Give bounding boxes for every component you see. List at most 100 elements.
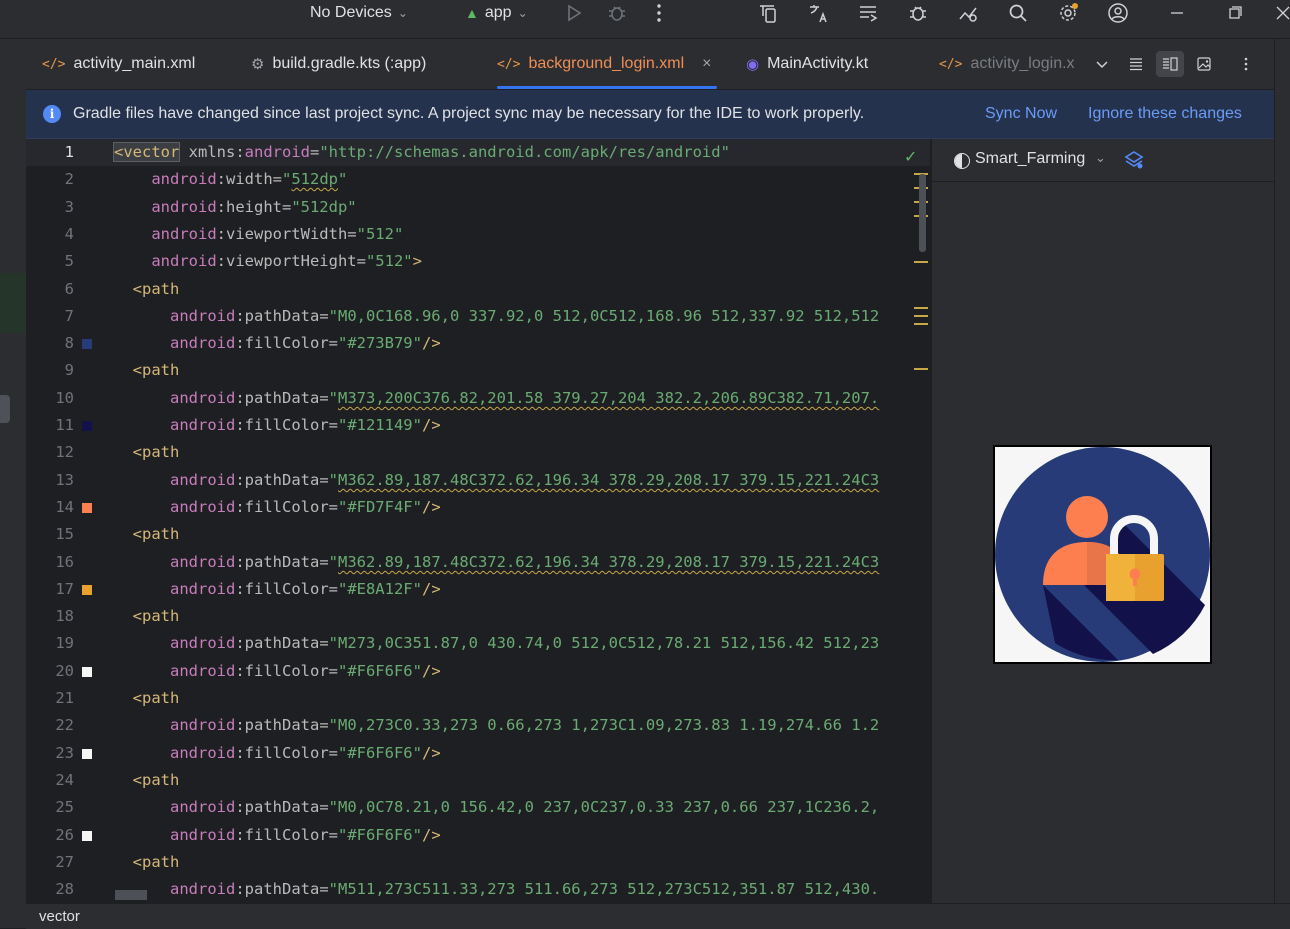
code-view-icon[interactable] [1122, 51, 1150, 77]
ignore-changes-link[interactable]: Ignore these changes [1088, 105, 1242, 123]
code-line[interactable]: 3 android:height="512dp" [26, 194, 930, 221]
tabs-dropdown-icon[interactable] [1088, 51, 1116, 77]
code-line[interactable]: 2 android:width="512dp" [26, 166, 930, 193]
code-token: android [170, 416, 236, 434]
color-swatch-icon[interactable] [82, 503, 92, 513]
code-line[interactable]: 6 <path [26, 276, 930, 303]
code-line[interactable]: 11 android:fillColor="#121149"/> [26, 412, 930, 439]
tab-activity-login[interactable]: </> activity_login.x [939, 39, 1075, 89]
line-number: 28 [55, 880, 74, 898]
line-number: 4 [64, 225, 74, 243]
horizontal-scrollbar[interactable] [115, 890, 147, 900]
more-vertical-icon[interactable] [646, 0, 672, 26]
run-config-label: app [484, 4, 512, 21]
code-line[interactable]: 24 <path [26, 767, 930, 794]
code-line[interactable]: 13 android:pathData="M362.89,187.48C372.… [26, 467, 930, 494]
code-token: android [170, 744, 236, 762]
device-selector[interactable]: No Devices ⌄ [310, 0, 408, 26]
line-number: 1 [64, 143, 74, 161]
close-window-icon[interactable] [1270, 0, 1290, 26]
code-token: android [170, 716, 236, 734]
code-line[interactable]: 23 android:fillColor="#F6F6F6"/> [26, 740, 930, 767]
device-manager-icon[interactable] [755, 0, 781, 26]
debug-icon[interactable] [604, 0, 630, 26]
translate-icon[interactable] [805, 0, 831, 26]
line-number: 3 [64, 198, 74, 216]
code-line[interactable]: 19 android:pathData="M273,0C351.87,0 430… [26, 630, 930, 657]
code-line[interactable]: 8 android:fillColor="#273B79"/> [26, 330, 930, 357]
layers-icon[interactable] [1123, 149, 1145, 171]
color-swatch-icon[interactable] [82, 585, 92, 595]
tab-background-login[interactable]: </> background_login.xml × [497, 39, 718, 89]
code-line[interactable]: 4 android:viewportWidth="512" [26, 221, 930, 248]
account-icon[interactable] [1105, 0, 1131, 26]
code-line[interactable]: 10 android:pathData="M373,200C376.82,201… [26, 385, 930, 412]
code-line[interactable]: 14 android:fillColor="#FD7F4F"/> [26, 494, 930, 521]
tab-build-gradle[interactable]: ⚙ build.gradle.kts (:app) [251, 39, 426, 89]
code-line[interactable]: 21 <path [26, 685, 930, 712]
code-editor[interactable]: 1 <vector xmlns:android="http://schemas.a… [26, 139, 930, 903]
chevron-down-icon[interactable]: ⌄ [1095, 150, 1106, 166]
code-line[interactable]: 9 <path [26, 357, 930, 384]
sync-now-link[interactable]: Sync Now [985, 105, 1057, 123]
split-view-icon[interactable] [1156, 51, 1184, 77]
search-icon[interactable] [1005, 0, 1031, 26]
profiler-icon[interactable] [955, 0, 981, 26]
tab-main-activity[interactable]: ◉ MainActivity.kt [746, 39, 868, 89]
code-token: /> [421, 662, 441, 680]
tab-activity-main[interactable]: </> activity_main.xml [42, 39, 195, 89]
code-line[interactable]: 12 <path [26, 439, 930, 466]
code-line[interactable]: 18 <path [26, 603, 930, 630]
structure-icon[interactable] [855, 0, 881, 26]
code-token: :pathData= [235, 307, 329, 325]
tool-window-handle[interactable] [0, 395, 10, 423]
code-line[interactable]: 25 android:pathData="M0,0C78.21,0 156.42… [26, 794, 930, 821]
code-text: <path [114, 357, 180, 384]
code-token: "#F6F6F6" [337, 662, 422, 680]
code-token: > [412, 252, 422, 270]
color-swatch-icon[interactable] [82, 831, 92, 841]
code-line[interactable]: 20 android:fillColor="#F6F6F6"/> [26, 658, 930, 685]
android-app-icon: ▲ [465, 5, 479, 21]
code-line[interactable]: 1 <vector xmlns:android="http://schemas.a… [26, 139, 930, 166]
code-line[interactable]: 22 android:pathData="M0,273C0.33,273 0.6… [26, 712, 930, 739]
minimize-icon[interactable] [1164, 0, 1190, 26]
tab-label: activity_main.xml [73, 55, 196, 72]
line-number: 11 [55, 416, 74, 434]
code-token: /> [421, 826, 441, 844]
gear-icon[interactable] [1055, 0, 1081, 26]
code-line[interactable]: 27 <path [26, 849, 930, 876]
line-number: 27 [55, 853, 74, 871]
code-line[interactable]: 26 android:fillColor="#F6F6F6"/> [26, 822, 930, 849]
theme-selector[interactable]: Smart_Farming [975, 150, 1085, 168]
code-token: <path [114, 443, 180, 461]
line-number: 25 [55, 798, 74, 816]
color-swatch-icon[interactable] [82, 421, 92, 431]
code-line[interactable]: 28 android:pathData="M511,273C511.33,273… [26, 876, 930, 903]
run-config-selector[interactable]: ▲ app ⌄ [465, 0, 528, 26]
theme-contrast-icon[interactable] [954, 153, 970, 169]
code-line[interactable]: 16 android:pathData="M362.89,187.48C372.… [26, 549, 930, 576]
more-vertical-icon[interactable] [1232, 51, 1260, 77]
code-line[interactable]: 5 android:viewportHeight="512"> [26, 248, 930, 275]
bug-settings-icon[interactable] [905, 0, 931, 26]
right-tool-strip [1274, 39, 1290, 928]
code-token: :pathData= [235, 389, 329, 407]
design-view-icon[interactable] [1190, 51, 1218, 77]
close-icon[interactable]: × [702, 55, 711, 73]
code-line[interactable]: 7 android:pathData="M0,0C168.96,0 337.92… [26, 303, 930, 330]
code-token: <path [114, 280, 180, 298]
code-line[interactable]: 15 <path [26, 521, 930, 548]
code-line[interactable]: 17 android:fillColor="#E8A12F"/> [26, 576, 930, 603]
breadcrumb[interactable]: vector [39, 908, 80, 925]
color-swatch-icon[interactable] [82, 749, 92, 759]
error-stripe[interactable] [912, 139, 930, 903]
vertical-scrollbar[interactable] [919, 174, 926, 252]
color-swatch-icon[interactable] [82, 339, 92, 349]
run-icon[interactable] [561, 0, 587, 26]
restore-icon[interactable] [1222, 0, 1248, 26]
color-swatch-icon[interactable] [82, 667, 92, 677]
